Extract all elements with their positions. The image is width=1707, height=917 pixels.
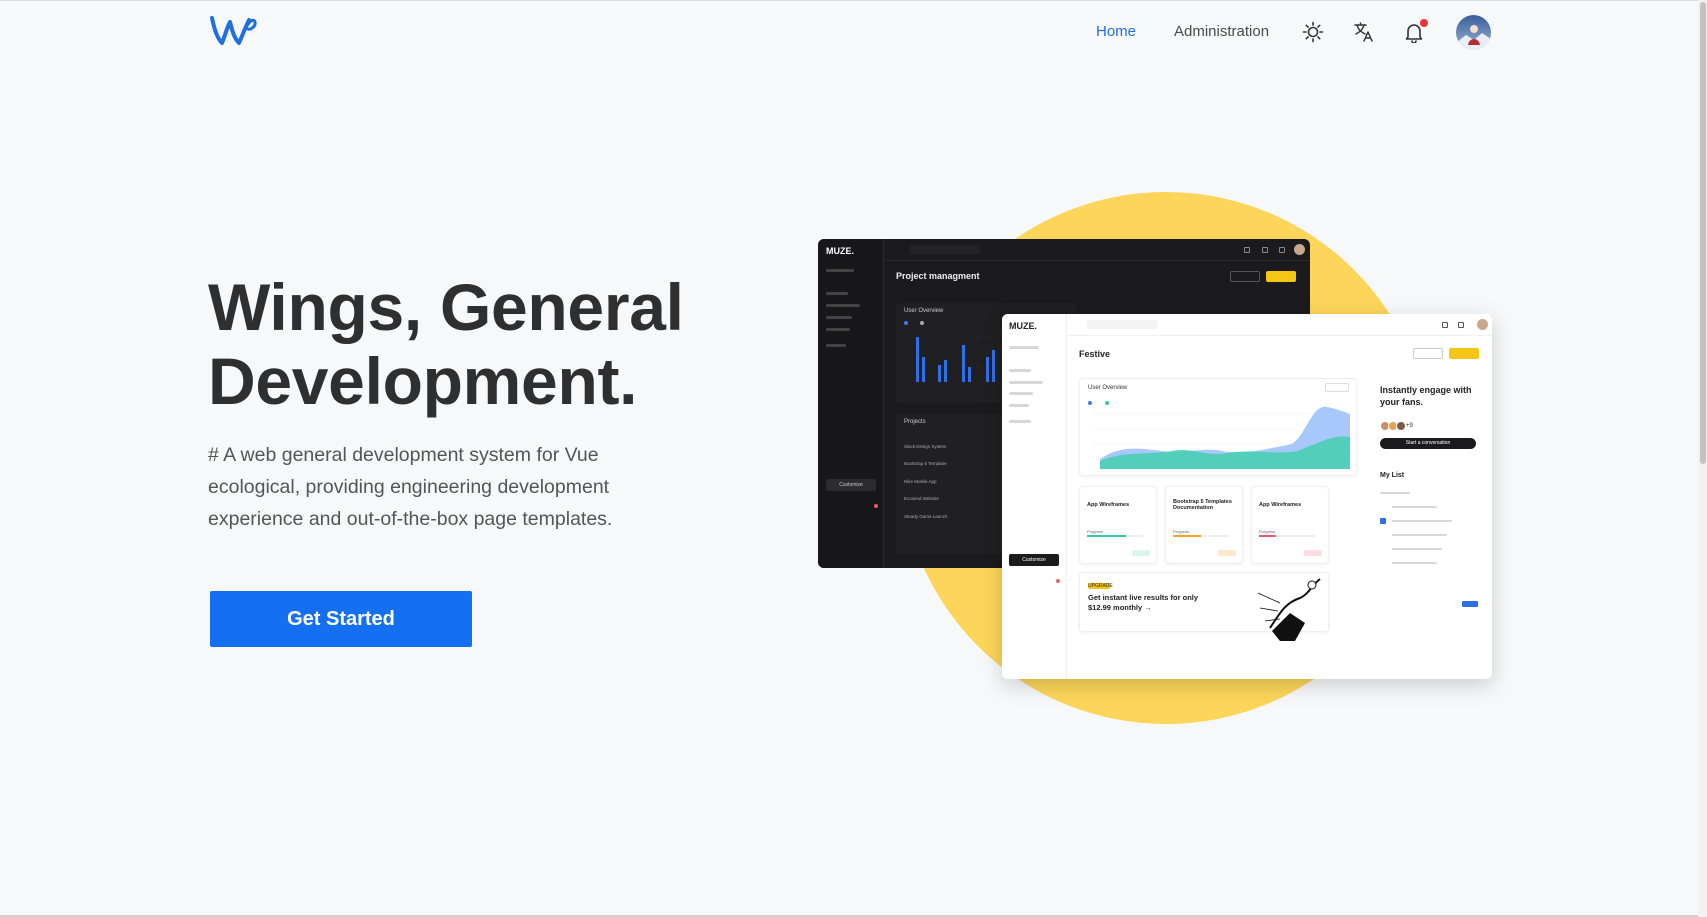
engage-heading: Instantly engage with your fans. — [1380, 385, 1472, 407]
project-card-status: Progress — [1173, 529, 1190, 534]
sun-icon[interactable] — [1302, 21, 1324, 43]
dark-projects-title: Projects — [904, 419, 926, 425]
dark-sidebar: MUZE. Customize — [818, 239, 884, 568]
dark-page-title: Project managment — [896, 271, 980, 281]
light-brand: MUZE. — [1009, 321, 1037, 331]
light-sidebar: MUZE. Customize — [1002, 314, 1067, 679]
dark-chart-title: User Overview — [904, 308, 944, 314]
nav-administration[interactable]: Administration — [1174, 23, 1269, 40]
project-card-status: Progress — [1259, 529, 1276, 534]
hero-title: Wings, General Development. — [208, 270, 728, 418]
project-card-title: Bootstrap 5 Templates Documentation — [1173, 499, 1232, 511]
get-started-button[interactable]: Get Started — [210, 591, 472, 647]
hero-description: # A web general development system for V… — [208, 444, 613, 530]
start-conversation-button: Start a conversation — [1380, 438, 1476, 449]
dark-customize-button: Customize — [826, 479, 876, 491]
header: Home Administration — [0, 0, 1707, 66]
project-card-title: App Wireframes — [1087, 502, 1130, 508]
wings-logo[interactable] — [208, 12, 258, 48]
dark-project-row: Bootstrap 5 Template — [904, 461, 947, 466]
translate-icon[interactable] — [1353, 21, 1375, 43]
light-page-title: Festive — [1079, 349, 1111, 359]
hero-title-line2: Development. — [208, 344, 638, 418]
dark-project-row: Ecosend Website — [904, 496, 939, 501]
dark-project-row: Nike Mobile App — [904, 479, 937, 484]
my-list-title: My List — [1380, 472, 1405, 479]
dark-project-row: Slack Design System — [904, 444, 947, 449]
dark-brand: MUZE. — [826, 246, 854, 256]
project-card-title: App Wireframes — [1259, 502, 1302, 508]
light-chart-title: User Overview — [1088, 385, 1128, 391]
dashboard-mockup-illustration: MUZE. Customize Project managment User O… — [816, 190, 1496, 730]
hero-title-line1: Wings, General — [208, 270, 684, 344]
dark-project-row: Steady Game Launch — [904, 514, 948, 519]
project-card-status: Progress — [1087, 529, 1104, 534]
avatar[interactable] — [1456, 15, 1491, 50]
promo-text: Get instant live results for only $12.99… — [1088, 593, 1199, 612]
notification-dot — [1420, 19, 1428, 27]
avatar-count: +9 — [1406, 423, 1413, 429]
light-dashboard-window: MUZE. Customize Festive User Overview Ap… — [1002, 314, 1492, 679]
nav-home[interactable]: Home — [1096, 23, 1136, 40]
light-customize-button: Customize — [1009, 554, 1059, 566]
scrollbar-thumb[interactable] — [1700, 2, 1706, 464]
promo-badge: UPGRADE — [1088, 583, 1113, 589]
